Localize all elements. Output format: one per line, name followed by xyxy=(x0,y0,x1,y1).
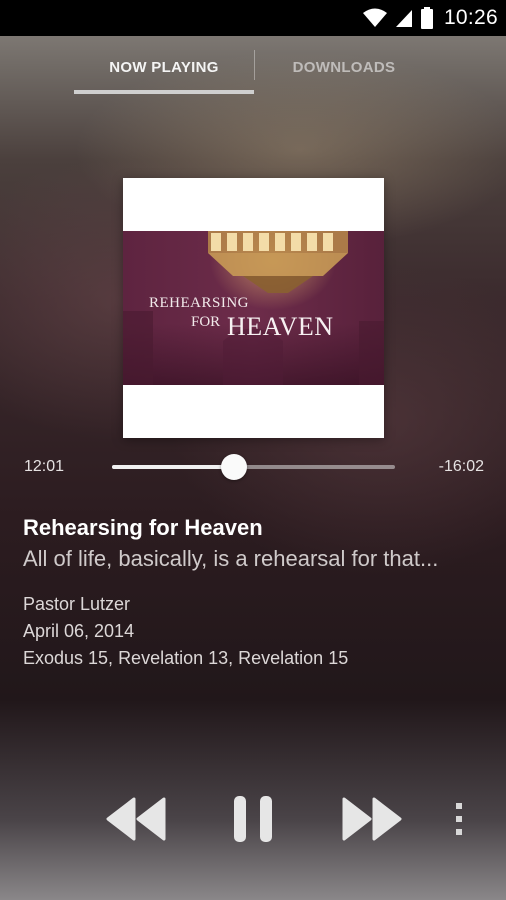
cell-signal-icon xyxy=(394,8,414,28)
tab-now-playing[interactable]: NOW PLAYING xyxy=(74,36,254,98)
episode-references: Exodus 15, Revelation 13, Revelation 15 xyxy=(23,648,349,668)
episode-description: All of life, basically, is a rehearsal f… xyxy=(23,546,439,571)
episode-title: Rehearsing for Heaven xyxy=(23,515,263,540)
tab-indicator xyxy=(74,90,254,94)
remaining-time: -16:02 xyxy=(438,458,484,475)
more-vert-icon xyxy=(456,803,462,835)
fast-forward-icon xyxy=(342,797,402,841)
album-title-line3: HEAVEN xyxy=(227,312,334,341)
elapsed-time: 12:01 xyxy=(24,458,65,475)
seek-bar-progress xyxy=(112,465,234,469)
seek-bar-thumb[interactable] xyxy=(220,454,247,480)
wifi-icon xyxy=(362,8,388,28)
tab-divider xyxy=(254,50,255,80)
playback-controls xyxy=(0,788,506,850)
album-art: REHEARSING FOR HEAVEN xyxy=(123,178,384,438)
more-options-button[interactable] xyxy=(446,788,472,850)
pause-icon xyxy=(234,796,272,842)
status-bar: 10:26 xyxy=(0,0,506,36)
tab-downloads[interactable]: DOWNLOADS xyxy=(258,36,430,98)
album-art-image: REHEARSING FOR HEAVEN xyxy=(123,231,384,385)
pause-button[interactable] xyxy=(222,788,284,850)
episode-speaker: Pastor Lutzer xyxy=(23,594,131,614)
background-blur xyxy=(0,0,506,900)
tab-bar: NOW PLAYING DOWNLOADS xyxy=(0,36,506,98)
album-title-line2: FOR xyxy=(191,314,221,330)
rewind-button[interactable] xyxy=(100,788,172,850)
episode-date: April 06, 2014 xyxy=(23,621,135,641)
seek-bar[interactable] xyxy=(112,454,395,480)
album-title-line1: REHEARSING xyxy=(149,295,250,311)
battery-icon xyxy=(420,7,434,29)
rewind-icon xyxy=(106,797,166,841)
fast-forward-button[interactable] xyxy=(336,788,408,850)
status-time: 10:26 xyxy=(443,6,498,29)
